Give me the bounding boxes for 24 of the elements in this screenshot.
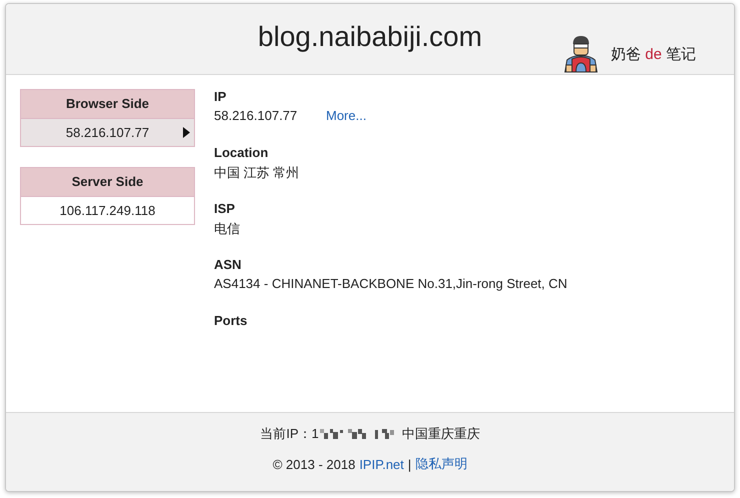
panel-header: Browser Side (21, 90, 194, 119)
field-value: 58.216.107.77 (214, 108, 298, 123)
field-label: ASN (214, 257, 242, 272)
site-link[interactable]: IPIP.net (359, 456, 404, 472)
play-arrow-icon (183, 127, 190, 138)
field-label: Ports (214, 313, 248, 328)
field-value: 电信 (214, 220, 241, 238)
copyright-text: © 2013 - 2018 (272, 456, 356, 472)
field-value: AS4134 - CHINANET-BACKBONE No.31,Jin-rong Street, CN (214, 276, 568, 291)
brand-text: 奶爸 de 笔记 (610, 44, 696, 64)
location-text: 中国重庆重庆 (402, 425, 480, 443)
field-label: ISP (214, 201, 236, 216)
privacy-link[interactable]: 隐私声明 (415, 455, 468, 473)
panel-header: Server Side (21, 168, 194, 197)
current-ip-label: 当前IP：1 (260, 425, 319, 443)
more-link[interactable]: More... (326, 108, 366, 123)
field-value: 中国 江苏 常州 (214, 164, 300, 182)
field-label: Location (214, 145, 270, 160)
ip-address: 58.216.107.77 (66, 125, 150, 140)
separator-text: | (408, 456, 412, 472)
site-title: blog.naibabiji.com (258, 21, 482, 53)
ip-row[interactable]: 58.216.107.77 (21, 119, 194, 146)
field-label: IP (214, 89, 228, 104)
ip-address: 106.117.249.118 (60, 203, 156, 218)
